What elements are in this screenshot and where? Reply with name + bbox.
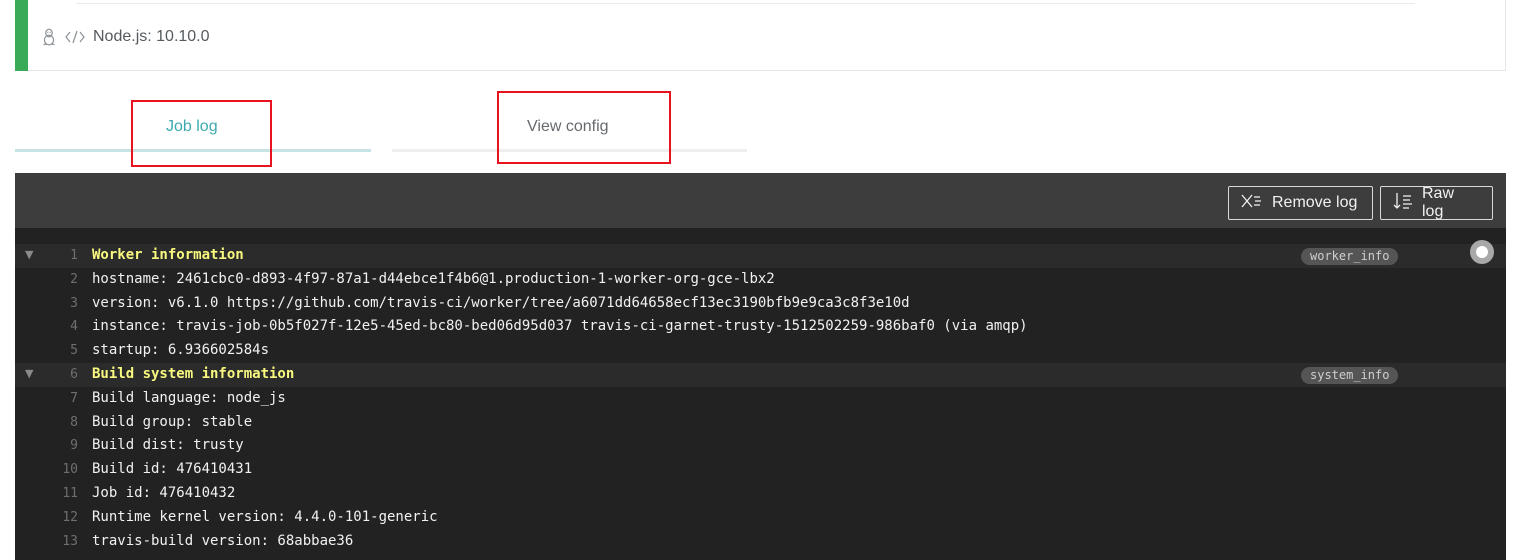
log-toolbar: Remove log Raw log [15,173,1506,228]
log-line-text: Build id: 476410431 [92,461,253,478]
log-line-text: Build system information [92,366,295,382]
log-line: 11 Job id: 476410432 [15,482,1506,506]
log-line: 9 Build dist: trusty [15,434,1506,458]
fold-tag: worker_info [1301,248,1399,265]
header-divider [76,3,1415,4]
autoscroll-toggle-icon[interactable] [1470,240,1494,264]
triangle-down-icon[interactable]: ▼ [25,248,33,261]
tab-job-log-label: Job log [166,118,218,135]
log-line-number[interactable]: 2 [45,272,78,287]
log-line: 10 Build id: 476410431 [15,458,1506,482]
log-line: 2 hostname: 2461cbc0-d893-4f97-87a1-d44eb… [15,268,1506,292]
raw-log-icon [1393,192,1413,215]
log-line-text: hostname: 2461cbc0-d893-4f97-87a1-d44ebc… [92,270,775,287]
log-line-text: Runtime kernel version: 4.4.0-101-generi… [92,508,438,525]
job-state-bar [15,0,28,71]
job-page: Node.js: 10.10.0 Job log View config Rem… [0,0,1520,560]
tab-view-config-label: View config [527,118,609,135]
log-line-number[interactable]: 5 [45,343,78,358]
log-fold-header[interactable]: ▼ 6 Build system information system_info [15,363,1506,387]
linux-penguin-icon [41,28,57,46]
log-line-number[interactable]: 6 [45,367,78,382]
log-line-text: travis-build version: 68abbae36 [92,532,354,549]
raw-log-button[interactable]: Raw log [1380,185,1493,220]
log-line: 13 travis-build version: 68abbae36 [15,530,1506,554]
log-line-number[interactable]: 10 [45,462,78,477]
remove-log-label: Remove log [1272,194,1358,211]
log-line: 8 Build group: stable [15,411,1506,435]
tab-job-log-underline [15,149,371,152]
log-fold-header[interactable]: ▼ 1 Worker information worker_info [15,244,1506,268]
log-line-text: version: v6.1.0 https://github.com/travi… [92,294,910,311]
log-line-number[interactable]: 13 [45,534,78,549]
log-line-number[interactable]: 12 [45,510,78,525]
log-line-number[interactable]: 1 [45,248,78,263]
job-header-card: Node.js: 10.10.0 [15,0,1506,71]
log-line-text: Job id: 476410432 [92,485,236,501]
job-runtime-info: Node.js: 10.10.0 [41,28,210,46]
tab-job-log[interactable]: Job log [15,92,371,152]
tab-view-config[interactable]: View config [392,92,747,152]
log-line-text: Build group: stable [92,413,253,430]
log-line-number[interactable]: 11 [45,486,78,501]
log-line-number[interactable]: 4 [45,319,78,334]
log-line-number[interactable]: 9 [45,438,78,453]
log-line: 7 Build language: node_js [15,387,1506,411]
log-line: 4 instance: travis-job-0b5f027f-12e5-45ed… [15,315,1506,339]
remove-log-button[interactable]: Remove log [1228,186,1373,220]
log-line-number[interactable]: 8 [45,415,78,430]
log-line-text: Worker information [92,247,244,263]
remove-log-icon [1241,193,1263,214]
fold-tag: system_info [1301,367,1399,384]
log-line-text: Build language: node_js [92,389,286,406]
log-line: 5 startup: 6.936602584s [15,339,1506,363]
code-brackets-icon [65,30,85,44]
log-line: 12 Runtime kernel version: 4.4.0-101-gene… [15,506,1506,530]
log-line-text: startup: 6.936602584s [92,342,270,359]
log-line: 3 version: v6.1.0 https://github.com/trav… [15,292,1506,316]
autoscroll-toggle-dot [1476,246,1488,258]
tab-view-config-underline [392,149,747,152]
job-log: ▼ 1 Worker information worker_info 2 hostname… [15,228,1506,560]
runtime-version-label: Node.js: 10.10.0 [93,28,210,45]
log-line-number[interactable]: 3 [45,296,78,311]
log-line-text: instance: travis-job-0b5f027f-12e5-45ed-… [92,318,1028,335]
triangle-down-icon[interactable]: ▼ [25,367,33,380]
raw-log-label: Raw log [1422,185,1455,220]
log-line-number[interactable]: 7 [45,391,78,406]
log-line-text: Build dist: trusty [92,437,244,454]
